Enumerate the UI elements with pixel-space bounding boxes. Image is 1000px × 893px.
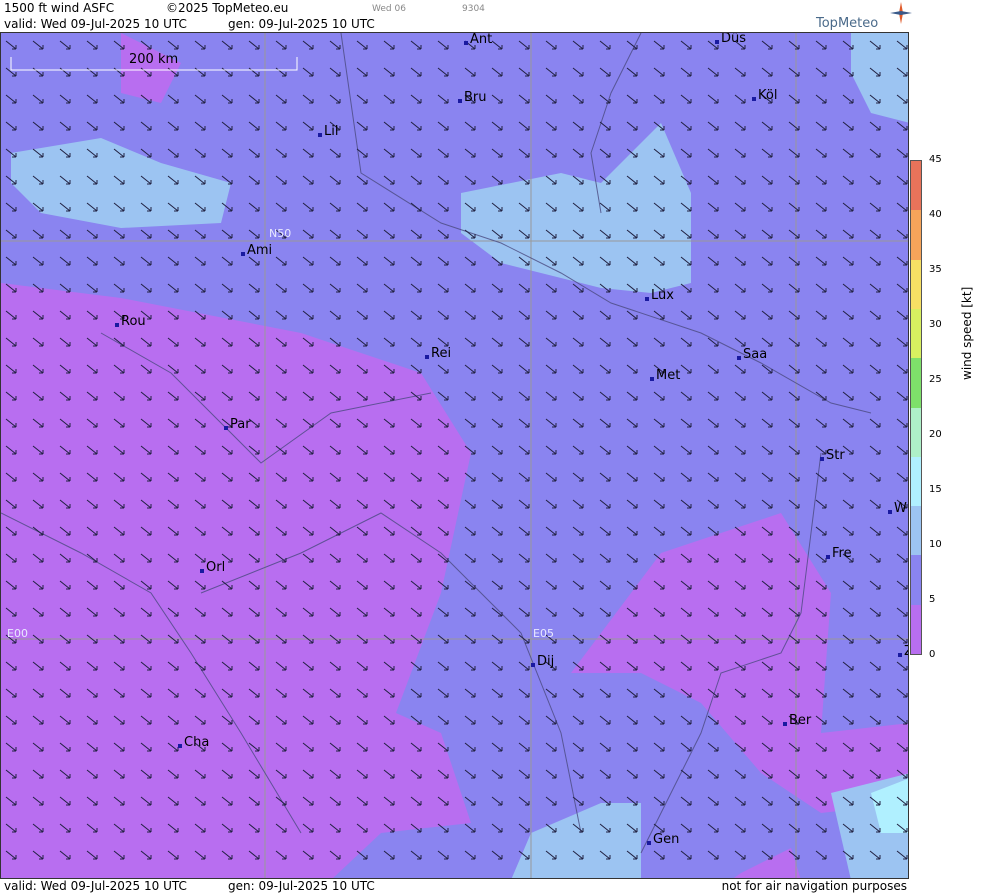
legend-color-band <box>911 407 921 458</box>
footer-valid-time: valid: Wed 09-Jul-2025 10 UTC <box>4 879 187 893</box>
city-marker[interactable]: Gen <box>647 832 679 847</box>
tab-day[interactable]: Wed 06 <box>372 4 406 14</box>
legend-tick-label: 35 <box>929 264 942 275</box>
tab-code[interactable]: 9304 <box>462 4 485 14</box>
legend-color-band <box>911 604 921 655</box>
copyright-text: ©2025 TopMeteo.eu <box>166 1 289 15</box>
wind-field-layer <box>1 33 908 878</box>
legend-title: wind speed [kt] <box>960 286 974 380</box>
legend-tick-label: 15 <box>929 484 942 495</box>
legend-tick-label: 25 <box>929 374 942 385</box>
city-marker[interactable]: Z <box>898 644 908 659</box>
city-marker[interactable]: Ant <box>464 33 492 47</box>
city-marker[interactable]: Dij <box>531 654 554 669</box>
city-dot-icon <box>200 569 204 573</box>
city-dot-icon <box>241 252 245 256</box>
map-title: 1500 ft wind ASFC <box>4 1 115 15</box>
city-dot-icon <box>737 356 741 360</box>
city-marker[interactable]: Lux <box>645 288 674 303</box>
city-dot-icon <box>464 41 468 45</box>
city-marker[interactable]: Str <box>820 448 845 463</box>
footer-disclaimer: not for air navigation purposes <box>721 879 907 893</box>
lon-label-e05: E05 <box>533 627 554 640</box>
city-dot-icon <box>645 297 649 301</box>
city-marker[interactable]: Rei <box>425 346 451 361</box>
legend-tick-label: 40 <box>929 209 942 220</box>
brand-logo: TopMeteo <box>816 16 879 31</box>
color-legend <box>910 160 922 655</box>
city-dot-icon <box>647 841 651 845</box>
city-marker[interactable]: W <box>888 501 907 516</box>
city-marker[interactable]: Lil <box>318 124 338 139</box>
city-marker[interactable]: Köl <box>752 88 777 103</box>
legend-color-band <box>911 358 921 408</box>
city-marker[interactable]: Cha <box>178 735 209 750</box>
legend-color-band <box>911 210 921 261</box>
legend-color-band <box>911 259 921 310</box>
compass-logo-icon <box>890 2 912 24</box>
legend-tick-label: 10 <box>929 539 942 550</box>
city-marker[interactable]: Fre <box>826 546 852 561</box>
city-marker[interactable]: Met <box>650 368 680 383</box>
city-marker[interactable]: Ber <box>783 713 811 728</box>
lat-label-n50: N50 <box>269 227 292 240</box>
city-dot-icon <box>752 97 756 101</box>
city-dot-icon <box>650 377 654 381</box>
legend-tick-label: 5 <box>929 594 936 605</box>
city-dot-icon <box>224 426 228 430</box>
city-dot-icon <box>898 653 902 657</box>
city-dot-icon <box>178 744 182 748</box>
wind-map[interactable]: 200 km N50 E00 E05 Ant Düs Bru Köl Lil A… <box>0 32 909 879</box>
legend-color-band <box>911 161 921 211</box>
lon-label-e00: E00 <box>7 627 28 640</box>
city-dot-icon <box>820 457 824 461</box>
legend-tick-label: 30 <box>929 319 942 330</box>
city-marker[interactable]: Par <box>224 417 251 432</box>
city-dot-icon <box>531 663 535 667</box>
footer-bar: valid: Wed 09-Jul-2025 10 UTC gen: 09-Ju… <box>0 879 909 893</box>
city-marker[interactable]: Saa <box>737 347 767 362</box>
city-marker[interactable]: Rou <box>115 314 146 329</box>
city-dot-icon <box>888 510 892 514</box>
legend-tick-label: 20 <box>929 429 942 440</box>
legend-tick-label: 0 <box>929 649 936 660</box>
city-dot-icon <box>318 133 322 137</box>
city-dot-icon <box>826 555 830 559</box>
legend-color-band <box>911 456 921 507</box>
generated-time: gen: 09-Jul-2025 10 UTC <box>228 17 375 31</box>
city-marker[interactable]: Düs <box>715 33 746 46</box>
legend-color-band <box>911 506 921 556</box>
city-dot-icon <box>458 99 462 103</box>
legend-color-band <box>911 308 921 359</box>
city-marker[interactable]: Orl <box>200 560 225 575</box>
footer-generated-time: gen: 09-Jul-2025 10 UTC <box>228 879 375 893</box>
legend-color-band <box>911 555 921 606</box>
city-dot-icon <box>783 722 787 726</box>
city-dot-icon <box>715 40 719 44</box>
valid-time: valid: Wed 09-Jul-2025 10 UTC <box>4 17 187 31</box>
city-marker[interactable]: Bru <box>458 90 487 105</box>
legend-tick-label: 45 <box>929 154 942 165</box>
scale-bar-label: 200 km <box>129 52 179 67</box>
city-dot-icon <box>115 323 119 327</box>
city-marker[interactable]: Ami <box>241 243 272 258</box>
city-dot-icon <box>425 355 429 359</box>
